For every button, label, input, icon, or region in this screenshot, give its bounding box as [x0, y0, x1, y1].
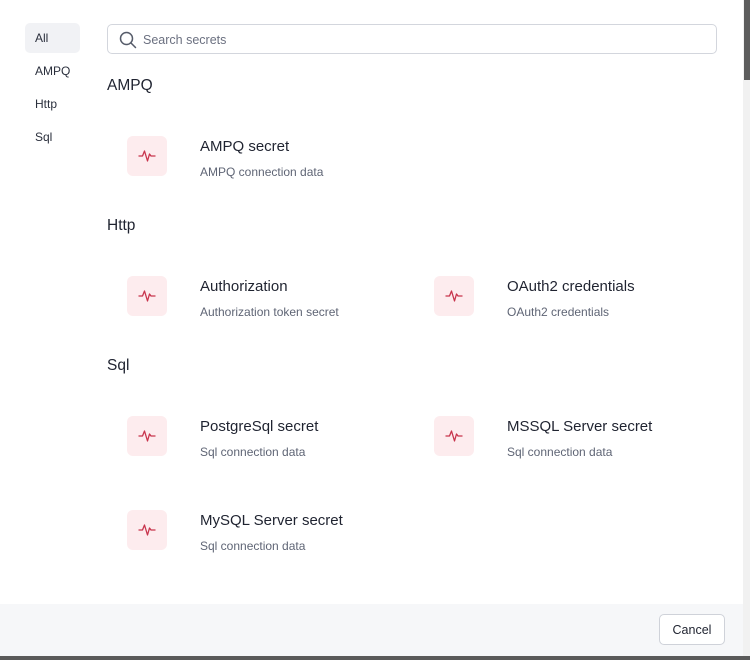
card-description: Sql connection data [507, 445, 613, 459]
sidebar-item-all[interactable]: All [25, 23, 80, 53]
card-description: Sql connection data [200, 539, 306, 553]
dialog-footer: Cancel [0, 604, 743, 656]
secret-card-postgresql-secret[interactable]: PostgreSql secret Sql connection data [107, 416, 397, 476]
card-title: AMPQ secret [200, 138, 290, 155]
card-title: MSSQL Server secret [507, 418, 653, 435]
activity-icon [434, 276, 474, 316]
search-icon [119, 31, 137, 49]
card-description: Sql connection data [200, 445, 306, 459]
secret-card-mysql-server-secret[interactable]: MySQL Server secret Sql connection data [107, 510, 397, 570]
activity-icon [434, 416, 474, 456]
secret-card-authorization[interactable]: Authorization Authorization token secret [107, 276, 397, 336]
activity-icon [127, 416, 167, 456]
category-sidebar: All AMPQ Http Sql [25, 23, 80, 155]
activity-icon [127, 276, 167, 316]
card-title: MySQL Server secret [200, 512, 343, 529]
search-box [107, 24, 717, 54]
section-title-ampq: AMPQ [107, 77, 153, 94]
scrollbar-thumb[interactable] [744, 0, 750, 80]
scrollbar-track[interactable] [743, 0, 750, 656]
secret-card-ampq-secret[interactable]: AMPQ secret AMPQ connection data [107, 136, 397, 196]
sidebar-item-http[interactable]: Http [25, 89, 80, 119]
card-description: AMPQ connection data [200, 165, 324, 179]
add-secret-dialog: All AMPQ Http Sql AMPQ AMPQ secret AMPQ … [0, 0, 743, 656]
card-title: PostgreSql secret [200, 418, 319, 435]
cancel-button[interactable]: Cancel [659, 614, 725, 645]
sidebar-item-sql[interactable]: Sql [25, 122, 80, 152]
search-input[interactable] [141, 29, 705, 51]
window-edge [0, 656, 750, 660]
activity-icon [127, 136, 167, 176]
secret-card-oauth2-credentials[interactable]: OAuth2 credentials OAuth2 credentials [414, 276, 704, 336]
section-title-sql: Sql [107, 357, 130, 374]
sidebar-item-ampq[interactable]: AMPQ [25, 56, 80, 86]
secret-card-mssql-server-secret[interactable]: MSSQL Server secret Sql connection data [414, 416, 704, 476]
activity-icon [127, 510, 167, 550]
card-description: Authorization token secret [200, 305, 339, 319]
card-description: OAuth2 credentials [507, 305, 610, 319]
card-title: Authorization [200, 278, 288, 295]
card-title: OAuth2 credentials [507, 278, 635, 295]
section-title-http: Http [107, 217, 136, 234]
